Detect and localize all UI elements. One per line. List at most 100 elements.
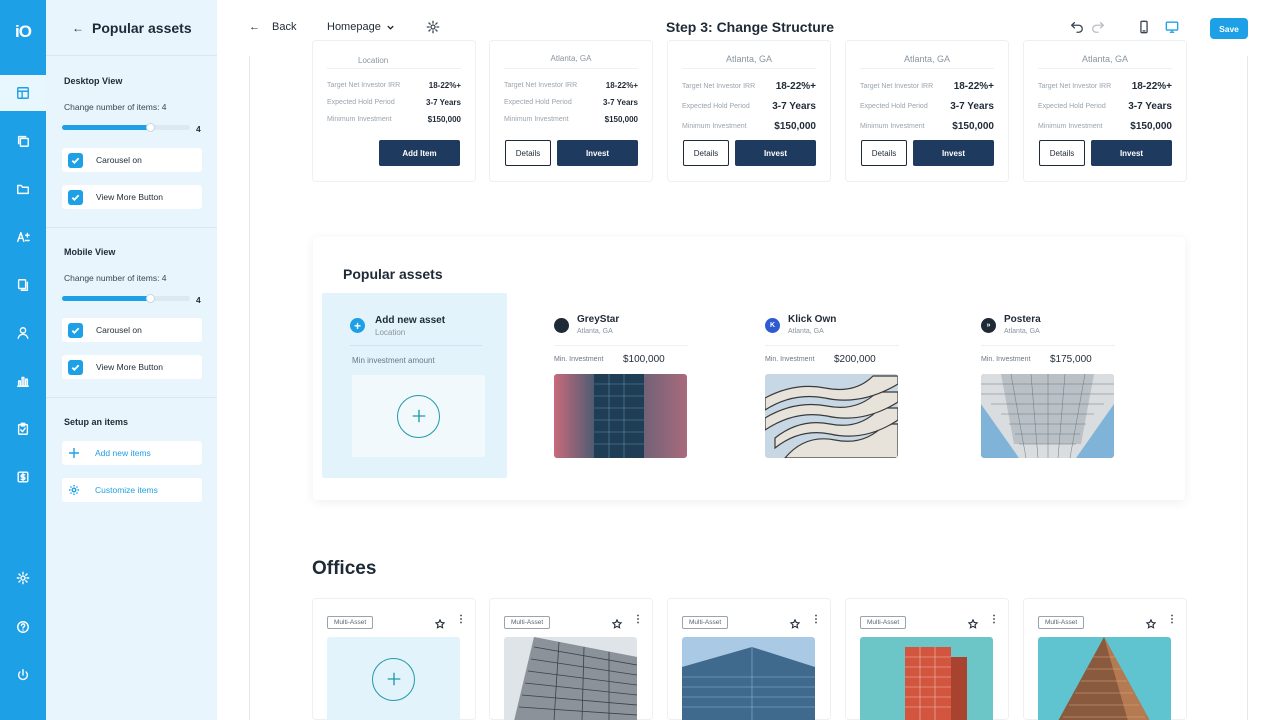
divider xyxy=(46,227,217,228)
property-card[interactable]: Location Target Net Investor IRR 18-22%+ … xyxy=(312,40,476,182)
office-image xyxy=(682,637,815,720)
office-card[interactable]: Multi-Asset ⋮ xyxy=(845,598,1009,720)
add-item-button[interactable]: Add Item xyxy=(379,140,460,166)
plus-circle-icon: + xyxy=(350,318,365,333)
star-icon[interactable] xyxy=(967,616,979,634)
customize-items-button[interactable]: Customize items xyxy=(62,478,202,502)
property-card[interactable]: Atlanta, GA Target Net Investor IRR 18-22… xyxy=(1023,40,1187,182)
panel-title-text: Popular assets xyxy=(92,20,192,36)
add-circle-icon xyxy=(397,394,440,438)
divider xyxy=(554,345,688,346)
details-button[interactable]: Details xyxy=(683,140,729,166)
invest-button[interactable]: Invest xyxy=(1091,140,1172,166)
more-vertical-icon[interactable]: ⋮ xyxy=(989,614,999,625)
desktop-view-more-checkbox[interactable]: View More Button xyxy=(62,185,202,209)
property-card[interactable]: Atlanta, GA Target Net Investor IRR 18-22… xyxy=(489,40,653,182)
more-vertical-icon[interactable]: ⋮ xyxy=(633,614,643,625)
details-button[interactable]: Details xyxy=(505,140,551,166)
slider-fill xyxy=(62,296,151,301)
more-vertical-icon[interactable]: ⋮ xyxy=(1167,614,1177,625)
left-rail: iO xyxy=(0,0,46,720)
card-location: Atlanta, GA xyxy=(903,54,951,64)
divider xyxy=(46,55,217,56)
slider-knob[interactable] xyxy=(146,123,156,132)
chevron-down-icon xyxy=(387,25,394,30)
asset-image xyxy=(554,374,687,458)
office-card[interactable]: Multi-Asset ⋮ xyxy=(489,598,653,720)
star-icon[interactable] xyxy=(434,616,446,634)
settings-panel: ← Popular assets Desktop View Change num… xyxy=(46,0,217,720)
divider xyxy=(981,345,1115,346)
klick-own-logo-icon: K xyxy=(765,318,780,333)
plus-icon xyxy=(69,448,79,458)
desktop-items-slider[interactable] xyxy=(62,123,190,132)
desktop-items-value: 4 xyxy=(196,124,201,134)
desktop-view-heading: Desktop View xyxy=(64,76,123,86)
mobile-view-more-checkbox[interactable]: View More Button xyxy=(62,355,202,379)
check-icon xyxy=(68,322,83,338)
details-button[interactable]: Details xyxy=(1039,140,1085,166)
divider xyxy=(504,68,638,69)
more-vertical-icon[interactable]: ⋮ xyxy=(456,614,466,625)
chart-icon[interactable] xyxy=(0,363,46,399)
asset-image xyxy=(765,374,898,458)
details-button[interactable]: Details xyxy=(861,140,907,166)
image-upload-area[interactable] xyxy=(352,375,485,457)
power-icon[interactable] xyxy=(0,657,46,693)
users-icon[interactable] xyxy=(0,315,46,351)
copy-icon[interactable] xyxy=(0,123,46,159)
help-icon[interactable] xyxy=(0,609,46,645)
mobile-items-slider[interactable] xyxy=(62,294,190,303)
asset-card[interactable]: » Postera Atlanta, GA Min. Investment $1… xyxy=(981,312,1115,460)
documents-icon[interactable] xyxy=(0,267,46,303)
add-new-asset-card[interactable]: + Add new asset Location Min investment … xyxy=(322,293,507,478)
office-card[interactable]: Multi-Asset ⋮ xyxy=(667,598,831,720)
add-circle-icon xyxy=(372,657,415,701)
invest-button[interactable]: Invest xyxy=(913,140,994,166)
folder-icon[interactable] xyxy=(0,171,46,207)
back-button[interactable]: ← Back xyxy=(249,21,296,33)
page-settings-icon[interactable] xyxy=(426,20,440,39)
star-icon[interactable] xyxy=(1145,616,1157,634)
layout-icon[interactable] xyxy=(0,75,46,111)
invest-button[interactable]: Invest xyxy=(557,140,638,166)
mobile-carousel-checkbox[interactable]: Carousel on xyxy=(62,318,202,342)
asset-card[interactable]: K Klick Own Atlanta, GA Min. Investment … xyxy=(765,312,899,460)
office-card[interactable]: Multi-Asset ⋮ xyxy=(1023,598,1187,720)
more-vertical-icon[interactable]: ⋮ xyxy=(811,614,821,625)
desktop-carousel-checkbox[interactable]: Carousel on xyxy=(62,148,202,172)
greystar-logo-icon xyxy=(554,318,569,333)
dollar-icon[interactable] xyxy=(0,459,46,495)
star-icon[interactable] xyxy=(789,616,801,634)
mobile-preview-icon[interactable] xyxy=(1137,20,1151,39)
asset-image xyxy=(981,374,1114,458)
star-icon[interactable] xyxy=(611,616,623,634)
add-new-items-button[interactable]: Add new items xyxy=(62,441,202,465)
mobile-items-value: 4 xyxy=(196,295,201,305)
add-image-placeholder[interactable] xyxy=(327,637,460,720)
undo-icon[interactable] xyxy=(1070,20,1084,39)
save-button[interactable]: Save xyxy=(1210,18,1248,39)
invest-button[interactable]: Invest xyxy=(735,140,816,166)
check-icon xyxy=(68,152,83,168)
panel-title[interactable]: ← Popular assets xyxy=(72,20,192,36)
gear-icon xyxy=(69,485,79,495)
property-card[interactable]: Atlanta, GA Target Net Investor IRR 18-22… xyxy=(845,40,1009,182)
property-card[interactable]: Atlanta, GA Target Net Investor IRR 18-22… xyxy=(667,40,831,182)
multi-asset-badge: Multi-Asset xyxy=(682,616,729,629)
setup-heading: Setup an items xyxy=(64,417,129,427)
page-select[interactable]: Homepage xyxy=(327,21,395,33)
back-arrow-icon[interactable]: ← xyxy=(72,21,84,35)
divider xyxy=(860,68,994,69)
divider xyxy=(327,68,461,69)
settings-icon[interactable] xyxy=(0,560,46,596)
desktop-preview-icon[interactable] xyxy=(1165,20,1179,39)
page-title: Step 3: Change Structure xyxy=(666,19,835,35)
redo-icon[interactable] xyxy=(1091,20,1105,39)
office-card[interactable]: Multi-Asset ⋮ xyxy=(312,598,476,720)
divider xyxy=(46,397,217,398)
asset-card[interactable]: GreyStar Atlanta, GA Min. Investment $10… xyxy=(554,312,688,460)
text-icon[interactable] xyxy=(0,219,46,255)
clipboard-icon[interactable] xyxy=(0,411,46,447)
slider-knob[interactable] xyxy=(146,294,156,303)
